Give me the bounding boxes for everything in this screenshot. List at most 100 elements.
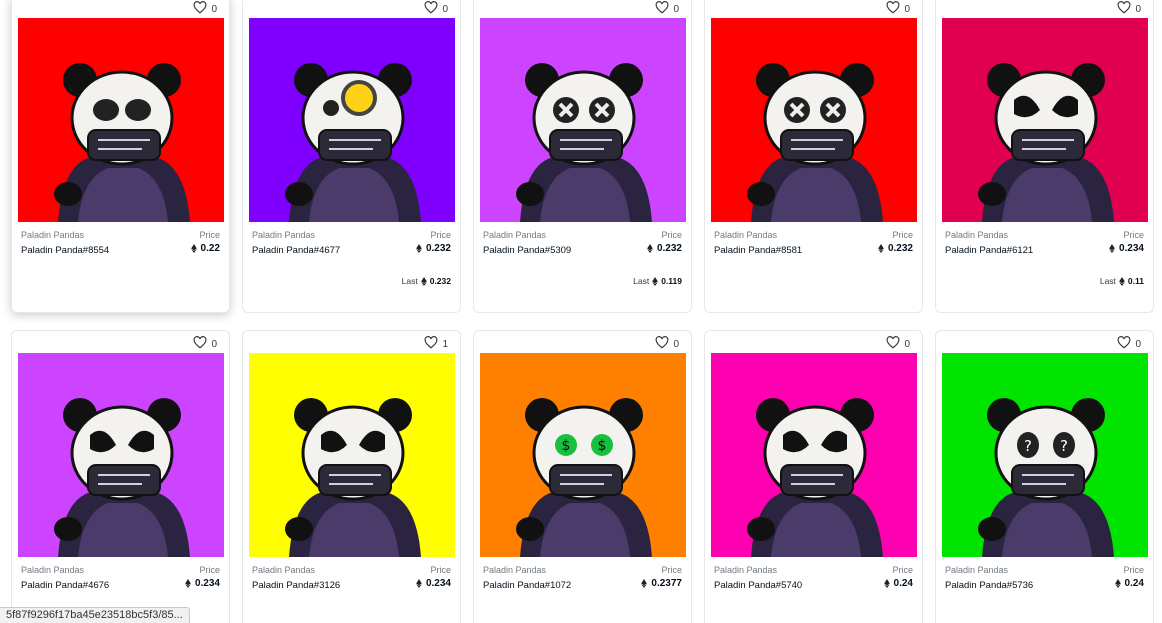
- nft-image[interactable]: [480, 18, 686, 222]
- collection-name[interactable]: Paladin Pandas: [252, 230, 315, 240]
- nft-image[interactable]: [942, 18, 1148, 222]
- nft-image[interactable]: [18, 353, 224, 557]
- asset-name[interactable]: Paladin Panda#8554: [21, 245, 109, 256]
- collection-name[interactable]: Paladin Pandas: [945, 565, 1008, 575]
- svg-text:$: $: [562, 438, 571, 454]
- like-count: 0: [904, 3, 910, 15]
- asset-card[interactable]: 0 Paladin Pandas Price Paladin Panda#574…: [704, 330, 923, 623]
- heart-icon[interactable]: [193, 336, 207, 352]
- eth-icon: [883, 579, 890, 588]
- nft-image[interactable]: [249, 353, 455, 557]
- card-meta: Paladin Pandas Price Paladin Panda#6121 …: [945, 230, 1144, 256]
- collection-name[interactable]: Paladin Pandas: [945, 230, 1008, 240]
- nft-image[interactable]: [18, 18, 224, 222]
- asset-name[interactable]: Paladin Panda#5740: [714, 580, 802, 591]
- nft-image[interactable]: ? ?: [942, 353, 1148, 557]
- heart-icon[interactable]: [193, 1, 207, 17]
- asset-name[interactable]: Paladin Panda#3126: [252, 580, 340, 591]
- favorite-button[interactable]: 0: [655, 336, 679, 352]
- eth-icon: [416, 244, 422, 253]
- price-label: Price: [892, 230, 913, 240]
- asset-card[interactable]: 0 Paladin Pandas Price Paladin Panda#530…: [473, 0, 692, 313]
- collection-name[interactable]: Paladin Pandas: [21, 565, 84, 575]
- asset-card[interactable]: 0 Paladin Pandas Price Paladin Panda#612…: [935, 0, 1154, 313]
- favorite-button[interactable]: 0: [424, 1, 448, 17]
- eth-icon: [185, 579, 191, 588]
- card-meta: Paladin Pandas Price Paladin Panda#4677 …: [252, 230, 451, 256]
- price-value: 0.24: [1114, 578, 1144, 589]
- collection-name[interactable]: Paladin Pandas: [714, 230, 777, 240]
- favorite-button[interactable]: 0: [193, 336, 217, 352]
- price-value: 0.232: [878, 243, 913, 254]
- card-meta: Paladin Pandas Price Paladin Panda#8554 …: [21, 230, 220, 256]
- asset-card[interactable]: 0 Paladin Pandas Price Paladin Panda#855…: [11, 0, 230, 313]
- like-count: 0: [904, 338, 910, 350]
- eth-icon: [420, 276, 427, 286]
- last-label: Last: [633, 276, 650, 286]
- favorite-button[interactable]: 0: [1117, 336, 1141, 352]
- asset-name[interactable]: Paladin Panda#5309: [483, 245, 571, 256]
- asset-card[interactable]: 0 Paladin Pandas Price Paladin Panda#467…: [11, 330, 230, 623]
- heart-icon[interactable]: [886, 336, 900, 352]
- price-label: Price: [199, 565, 220, 575]
- asset-name[interactable]: Paladin Panda#1072: [483, 580, 571, 591]
- price-value: 0.2377: [641, 578, 682, 589]
- heart-icon[interactable]: [424, 1, 438, 17]
- asset-name[interactable]: Paladin Panda#6121: [945, 245, 1033, 256]
- favorite-button[interactable]: 0: [655, 1, 679, 17]
- price-amount: 0.22: [200, 243, 220, 254]
- asset-card[interactable]: 1 Paladin Pandas Price Paladin Panda#312…: [242, 330, 461, 623]
- heart-icon[interactable]: [886, 1, 900, 17]
- eth-icon: [641, 579, 648, 588]
- nft-image[interactable]: [711, 18, 917, 222]
- favorite-button[interactable]: 1: [424, 336, 448, 352]
- price-value: 0.234: [1109, 243, 1144, 254]
- eth-icon: [416, 579, 422, 588]
- asset-card[interactable]: 0 $ $ Paladin Pandas Price Paladin Panda…: [473, 330, 692, 623]
- asset-name[interactable]: Paladin Panda#8581: [714, 245, 802, 256]
- asset-name[interactable]: Paladin Panda#4676: [21, 580, 109, 591]
- like-count: 0: [673, 338, 679, 350]
- like-count: 0: [211, 3, 217, 15]
- card-meta: Paladin Pandas Price Paladin Panda#4676 …: [21, 565, 220, 591]
- asset-name[interactable]: Paladin Panda#5736: [945, 580, 1033, 591]
- nft-image[interactable]: [249, 18, 455, 222]
- like-count: 0: [1135, 3, 1141, 15]
- heart-icon[interactable]: [655, 336, 669, 352]
- price-value: 0.232: [416, 243, 451, 254]
- eth-icon: [878, 244, 884, 253]
- price-label: Price: [430, 230, 451, 240]
- price-amount: 0.232: [425, 243, 451, 254]
- price-amount: 0.24: [1124, 578, 1144, 589]
- heart-icon[interactable]: [1117, 1, 1131, 17]
- heart-icon[interactable]: [1117, 336, 1131, 352]
- status-bar-url: 5f87f9296f17ba45e23518bc5f3/85...: [0, 607, 190, 623]
- asset-card[interactable]: 0 Paladin Pandas Price Paladin Panda#858…: [704, 0, 923, 313]
- collection-name[interactable]: Paladin Pandas: [483, 565, 546, 575]
- favorite-button[interactable]: 0: [886, 336, 910, 352]
- card-meta: Paladin Pandas Price Paladin Panda#5309 …: [483, 230, 682, 256]
- last-label: Last: [1099, 276, 1116, 286]
- asset-card[interactable]: 0 ? ? Paladin Pandas Price Paladin Panda…: [935, 330, 1154, 623]
- price-amount: 0.232: [887, 243, 913, 254]
- like-count: 0: [442, 3, 448, 15]
- collection-name[interactable]: Paladin Pandas: [21, 230, 84, 240]
- collection-name[interactable]: Paladin Pandas: [483, 230, 546, 240]
- favorite-button[interactable]: 0: [193, 1, 217, 17]
- collection-name[interactable]: Paladin Pandas: [714, 565, 777, 575]
- heart-icon[interactable]: [424, 336, 438, 352]
- price-amount: 0.2377: [651, 578, 682, 589]
- price-value: 0.24: [883, 578, 913, 589]
- svg-text:$: $: [598, 438, 607, 454]
- favorite-button[interactable]: 0: [886, 1, 910, 17]
- like-count: 1: [442, 338, 448, 350]
- eth-icon: [1109, 244, 1115, 253]
- asset-card[interactable]: 0 Paladin Pandas Price Paladin Panda#467…: [242, 0, 461, 313]
- nft-image[interactable]: $ $: [480, 353, 686, 557]
- asset-name[interactable]: Paladin Panda#4677: [252, 245, 340, 256]
- heart-icon[interactable]: [655, 1, 669, 17]
- price-amount: 0.234: [194, 578, 220, 589]
- favorite-button[interactable]: 0: [1117, 1, 1141, 17]
- collection-name[interactable]: Paladin Pandas: [252, 565, 315, 575]
- nft-image[interactable]: [711, 353, 917, 557]
